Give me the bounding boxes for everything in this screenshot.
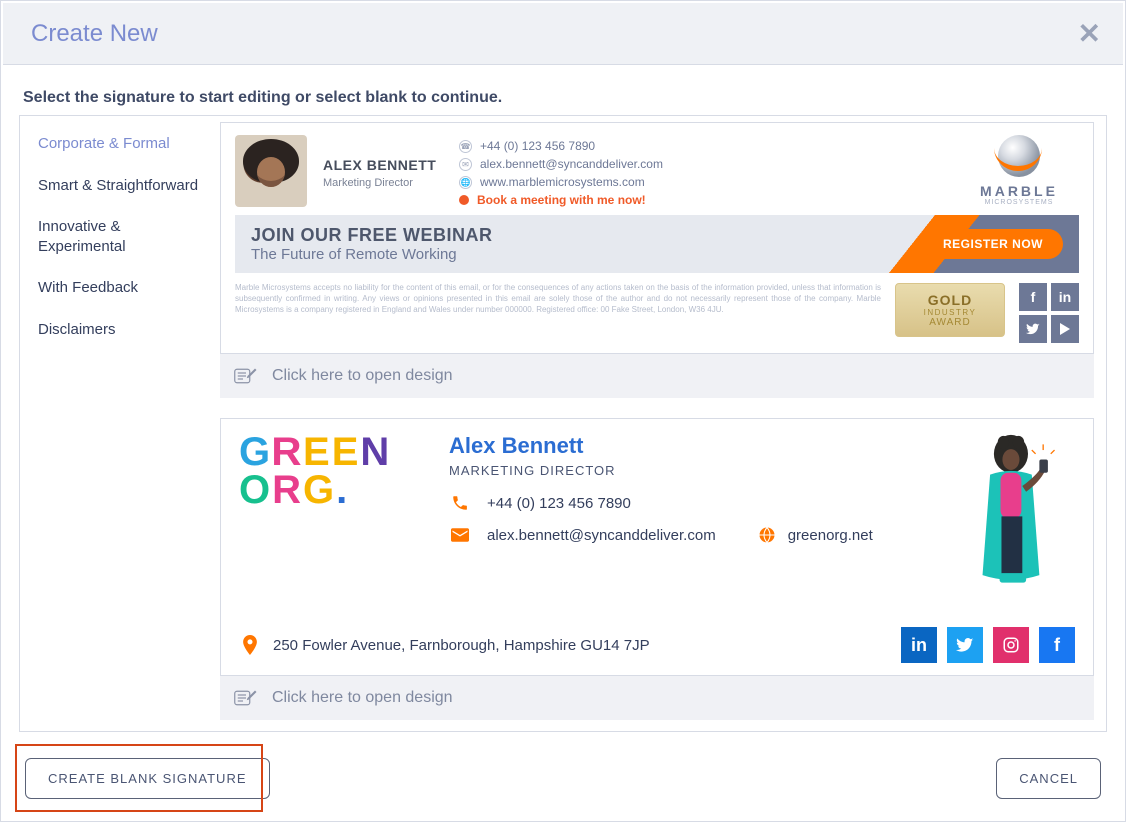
sidebar-item-smart-straightforward[interactable]: Smart & Straightforward [38, 176, 202, 196]
person-illustration [945, 433, 1075, 613]
legal-disclaimer: Marble Microsystems accepts no liability… [235, 283, 881, 315]
signature-email: alex.bennett@syncanddeliver.com [487, 527, 716, 544]
twitter-icon [947, 627, 983, 663]
open-design-button[interactable]: Click here to open design [220, 354, 1094, 398]
banner-title: JOIN OUR FREE WEBINAR [251, 225, 493, 246]
facebook-icon: f [1039, 627, 1075, 663]
signature-role: MARKETING DIRECTOR [449, 463, 895, 478]
close-icon[interactable]: ✕ [1078, 20, 1101, 48]
globe-icon: 🌐 [459, 176, 472, 189]
dot-icon [459, 195, 469, 205]
modal-header: Create New ✕ [3, 3, 1123, 65]
signature-role: Marketing Director [323, 177, 443, 189]
signature-website: greenorg.net [788, 527, 873, 544]
company-brand: MARBLE [959, 183, 1079, 199]
avatar-image [235, 135, 307, 207]
sphere-icon [998, 135, 1040, 177]
template-list[interactable]: ALEX BENNETT Marketing Director ☎ +44 (0)… [220, 116, 1106, 731]
greenorg-logo: GREEN ORG. [239, 433, 439, 613]
facebook-icon: f [1019, 283, 1047, 311]
webinar-banner: JOIN OUR FREE WEBINAR The Future of Remo… [235, 215, 1079, 273]
signature-template-card: GREEN ORG. Alex Bennett MARKETING DIRECT… [220, 418, 1094, 720]
meeting-link: Book a meeting with me now! [477, 193, 646, 207]
email-icon: ✉ [459, 158, 472, 171]
signature-name: ALEX BENNETT [323, 157, 443, 173]
open-design-label: Click here to open design [272, 367, 453, 385]
modal-title: Create New [31, 20, 158, 48]
signature-phone: +44 (0) 123 456 7890 [487, 495, 631, 512]
linkedin-icon: in [901, 627, 937, 663]
instagram-icon [993, 627, 1029, 663]
video-icon [1051, 315, 1079, 343]
category-sidebar: Corporate & Formal Smart & Straightforwa… [20, 116, 220, 731]
cancel-button[interactable]: CANCEL [996, 758, 1101, 799]
sidebar-item-disclaimers[interactable]: Disclaimers [38, 320, 202, 340]
create-blank-signature-button[interactable]: CREATE BLANK SIGNATURE [25, 758, 270, 799]
social-icons: in f [901, 627, 1075, 663]
edit-icon [234, 366, 258, 386]
signature-phone: +44 (0) 123 456 7890 [480, 139, 595, 153]
instruction-text: Select the signature to start editing or… [1, 67, 1125, 115]
signature-name: Alex Bennett [449, 433, 895, 459]
banner-subtitle: The Future of Remote Working [251, 246, 493, 263]
register-now-button: REGISTER NOW [923, 229, 1063, 259]
template-picker: Corporate & Formal Smart & Straightforwa… [19, 115, 1107, 732]
signature-preview[interactable]: ALEX BENNETT Marketing Director ☎ +44 (0)… [220, 122, 1094, 354]
sidebar-item-with-feedback[interactable]: With Feedback [38, 278, 202, 298]
twitter-icon [1019, 315, 1047, 343]
signature-address: 250 Fowler Avenue, Farnborough, Hampshir… [273, 637, 650, 654]
sidebar-item-corporate-formal[interactable]: Corporate & Formal [38, 134, 202, 154]
sidebar-item-innovative-experimental[interactable]: Innovative & Experimental [38, 217, 202, 256]
signature-preview[interactable]: GREEN ORG. Alex Bennett MARKETING DIRECT… [220, 418, 1094, 676]
signature-email: alex.bennett@syncanddeliver.com [480, 157, 663, 171]
company-logo: MARBLE MICROSYSTEMS [959, 135, 1079, 206]
signature-template-card: ALEX BENNETT Marketing Director ☎ +44 (0)… [220, 122, 1094, 398]
edit-icon [234, 688, 258, 708]
open-design-button[interactable]: Click here to open design [220, 676, 1094, 720]
phone-icon: ☎ [459, 140, 472, 153]
linkedin-icon: in [1051, 283, 1079, 311]
company-brand-sub: MICROSYSTEMS [959, 199, 1079, 206]
map-pin-icon [239, 635, 261, 655]
signature-website: www.marblemicrosystems.com [480, 175, 645, 189]
create-new-modal: Create New ✕ Select the signature to sta… [0, 0, 1126, 822]
phone-icon [449, 494, 471, 512]
open-design-label: Click here to open design [272, 689, 453, 707]
social-icons: f in [1019, 283, 1079, 343]
globe-icon [756, 526, 778, 544]
modal-footer: CREATE BLANK SIGNATURE CANCEL [1, 742, 1125, 821]
award-badge: GOLD INDUSTRY AWARD [895, 283, 1005, 337]
email-icon [449, 528, 471, 542]
